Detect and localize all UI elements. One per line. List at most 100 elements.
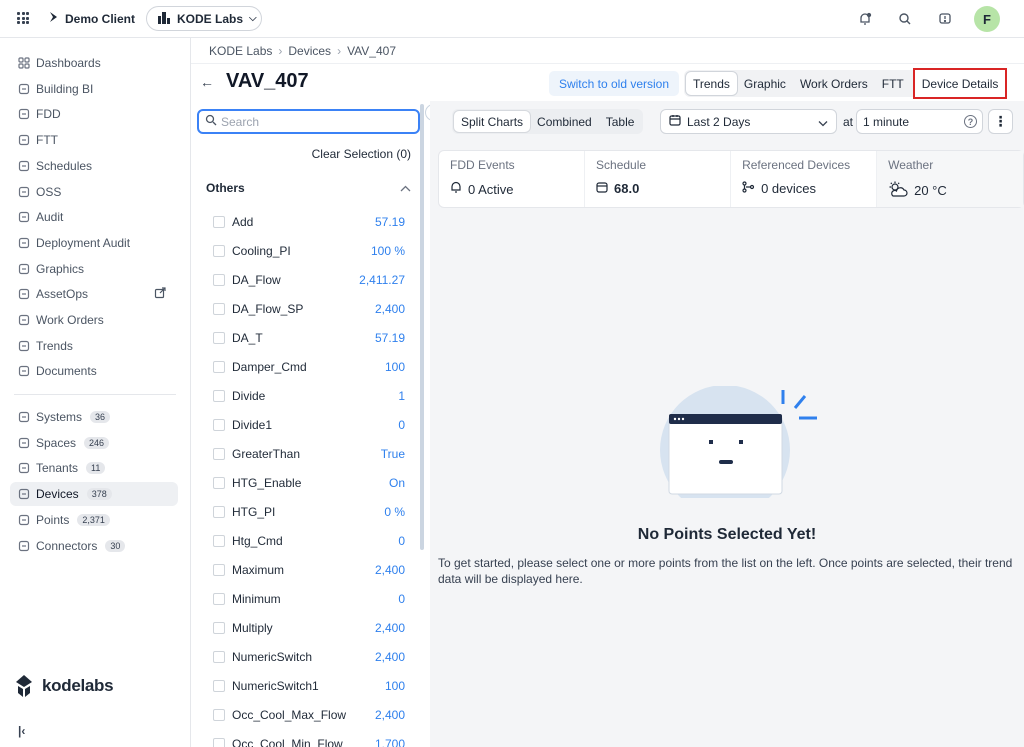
external-link-icon[interactable]	[154, 287, 166, 302]
help-icon[interactable]: ?	[964, 115, 977, 128]
view-toggle: Split Charts Combined Table	[452, 109, 644, 134]
sidebar-item-documents[interactable]: Documents	[10, 359, 178, 383]
sidebar-item-systems[interactable]: Systems 36	[10, 405, 178, 429]
point-row[interactable]: NumericSwitch1 100	[213, 675, 405, 697]
building-bi-icon	[18, 83, 30, 95]
point-row[interactable]: DA_Flow_SP 2,400	[213, 298, 405, 320]
client-selector[interactable]: Demo Client	[48, 11, 135, 26]
point-row[interactable]: DA_T 57.19	[213, 327, 405, 349]
point-checkbox[interactable]	[213, 738, 225, 747]
point-row[interactable]: Add 57.19	[213, 211, 405, 233]
tab-device-details[interactable]: Device Details	[912, 68, 1008, 99]
point-checkbox[interactable]	[213, 303, 225, 315]
breadcrumb-devices[interactable]: Devices	[288, 44, 331, 58]
point-checkbox[interactable]	[213, 274, 225, 286]
point-row[interactable]: DA_Flow 2,411.27	[213, 269, 405, 291]
point-checkbox[interactable]	[213, 448, 225, 460]
more-options-icon[interactable]: ⋮	[988, 109, 1013, 134]
point-row[interactable]: Damper_Cmd 100	[213, 356, 405, 378]
sidebar-item-spaces[interactable]: Spaces 246	[10, 431, 178, 455]
notifications-icon[interactable]	[854, 7, 876, 31]
search-icon[interactable]	[894, 7, 916, 31]
point-checkbox[interactable]	[213, 477, 225, 489]
point-checkbox[interactable]	[213, 390, 225, 402]
sidebar-item-connectors[interactable]: Connectors 30	[10, 534, 178, 558]
tab-graphic[interactable]: Graphic	[737, 72, 793, 95]
point-row[interactable]: GreaterThan True	[213, 443, 405, 465]
tab-work-orders[interactable]: Work Orders	[793, 72, 875, 95]
stat-schedule[interactable]: Schedule 68.0	[585, 151, 732, 207]
sidebar-item-points[interactable]: Points 2,371	[10, 508, 178, 532]
sidebar-item-devices[interactable]: Devices 378	[10, 482, 178, 507]
point-row[interactable]: Multiply 2,400	[213, 617, 405, 639]
point-checkbox[interactable]	[213, 419, 225, 431]
tab-ftt[interactable]: FTT	[875, 72, 911, 95]
sidebar-item-label: Devices	[36, 487, 79, 502]
breadcrumb-org[interactable]: KODE Labs	[209, 44, 272, 58]
point-row[interactable]: Occ_Cool_Min_Flow 1,700	[213, 733, 405, 747]
point-checkbox[interactable]	[213, 332, 225, 344]
tab-trends[interactable]: Trends	[686, 72, 737, 95]
points-group-header[interactable]: Others	[206, 181, 411, 195]
interval-input[interactable]: 1 minute ?	[856, 109, 983, 134]
sidebar-item-trends[interactable]: Trends	[10, 334, 178, 358]
sidebar-item-schedules[interactable]: Schedules	[10, 154, 178, 178]
point-checkbox[interactable]	[213, 709, 225, 721]
point-row[interactable]: Minimum 0	[213, 588, 405, 610]
point-row[interactable]: HTG_PI 0 %	[213, 501, 405, 523]
calendar-icon	[596, 181, 608, 196]
stat-weather[interactable]: Weather 20 °C	[877, 151, 1024, 207]
switch-old-version-button[interactable]: Switch to old version	[549, 71, 679, 96]
point-checkbox[interactable]	[213, 680, 225, 692]
sidebar-item-label: Points	[36, 512, 70, 527]
point-name: GreaterThan	[232, 447, 301, 461]
org-selector[interactable]: KODE Labs ⌵	[146, 6, 262, 31]
point-row[interactable]: Cooling_PI 100 %	[213, 240, 405, 262]
clear-selection-button[interactable]: Clear Selection (0)	[312, 147, 411, 161]
point-row[interactable]: Divide1 0	[213, 414, 405, 436]
sidebar-item-work-orders[interactable]: Work Orders	[10, 308, 178, 332]
stat-fdd-events[interactable]: FDD Events 0 Active	[439, 151, 586, 207]
point-checkbox[interactable]	[213, 216, 225, 228]
sidebar-item-audit[interactable]: Audit	[10, 205, 178, 229]
sidebar-item-label: Dashboards	[36, 56, 101, 70]
points-search-input[interactable]	[221, 114, 411, 129]
point-checkbox[interactable]	[213, 564, 225, 576]
point-checkbox[interactable]	[213, 506, 225, 518]
view-split-charts[interactable]: Split Charts	[454, 111, 531, 132]
sidebar-item-deployment-audit[interactable]: Deployment Audit	[10, 231, 178, 255]
view-table[interactable]: Table	[599, 111, 642, 132]
stat-referenced-devices[interactable]: Referenced Devices 0 devices	[731, 151, 878, 207]
points-scrollbar[interactable]	[420, 104, 424, 550]
sidebar-item-dashboards[interactable]: Dashboards	[10, 51, 178, 75]
point-row[interactable]: NumericSwitch 2,400	[213, 646, 405, 668]
user-avatar[interactable]: F	[974, 6, 1000, 32]
point-checkbox[interactable]	[213, 361, 225, 373]
point-row[interactable]: Htg_Cmd 0	[213, 530, 405, 552]
point-checkbox[interactable]	[213, 651, 225, 663]
sidebar-item-fdd[interactable]: FDD	[10, 102, 178, 126]
header-divider	[191, 63, 1024, 64]
point-row[interactable]: HTG_Enable On	[213, 472, 405, 494]
date-range-select[interactable]: Last 2 Days	[660, 109, 837, 134]
feedback-icon[interactable]	[934, 7, 956, 31]
point-row[interactable]: Occ_Cool_Max_Flow 2,400	[213, 704, 405, 726]
point-checkbox[interactable]	[213, 593, 225, 605]
sidebar-item-assetops[interactable]: AssetOps	[10, 282, 178, 306]
point-value: 2,400	[374, 621, 405, 635]
back-arrow-icon[interactable]: ←	[200, 74, 214, 90]
sidebar-item-oss[interactable]: OSS	[10, 180, 178, 204]
point-checkbox[interactable]	[213, 535, 225, 547]
sidebar-item-graphics[interactable]: Graphics	[10, 257, 178, 281]
top-bar: Demo Client KODE Labs ⌵ F	[0, 0, 1024, 38]
app-grid-icon[interactable]	[17, 12, 29, 24]
collapse-sidebar-icon[interactable]: |‹	[18, 724, 25, 738]
view-combined[interactable]: Combined	[530, 111, 599, 132]
sidebar-item-tenants[interactable]: Tenants 11	[10, 456, 178, 480]
point-row[interactable]: Divide 1	[213, 385, 405, 407]
point-row[interactable]: Maximum 2,400	[213, 559, 405, 581]
point-checkbox[interactable]	[213, 622, 225, 634]
sidebar-item-building-bi[interactable]: Building BI	[10, 77, 178, 101]
sidebar-item-ftt[interactable]: FTT	[10, 128, 178, 152]
point-checkbox[interactable]	[213, 245, 225, 257]
